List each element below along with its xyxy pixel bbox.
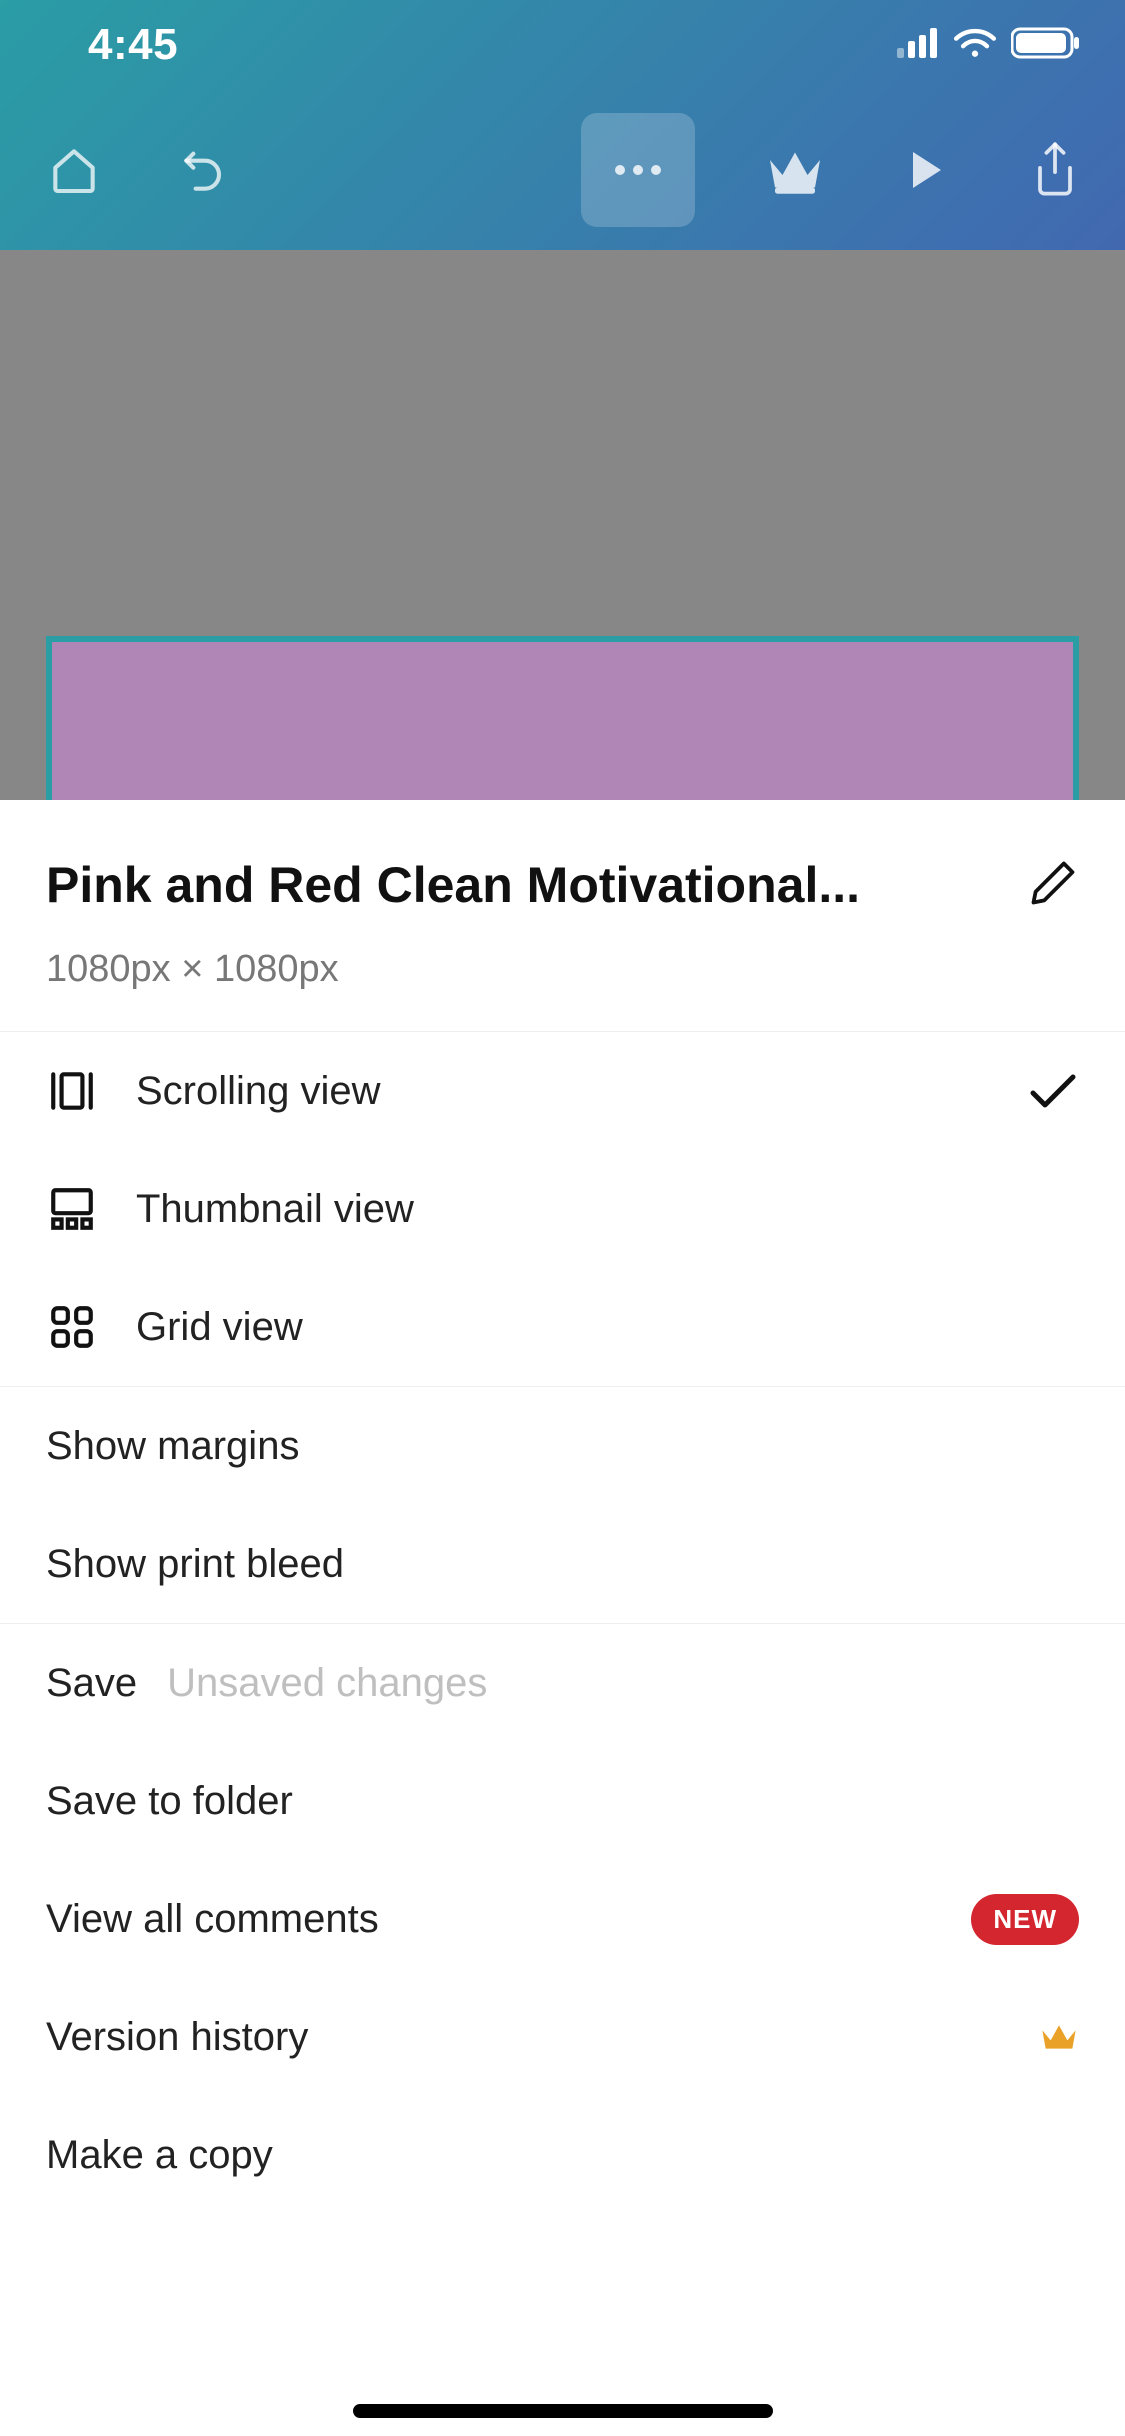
make-copy-label: Make a copy bbox=[46, 2133, 273, 2178]
design-dimensions: 1080px × 1080px bbox=[46, 948, 1079, 991]
home-indicator bbox=[353, 2404, 773, 2418]
scrolling-view-icon bbox=[46, 1065, 98, 1117]
actions-section: Save Unsaved changes Save to folder View… bbox=[0, 1624, 1125, 2214]
design-title: Pink and Red Clean Motivational... bbox=[46, 856, 1003, 914]
more-button[interactable] bbox=[581, 113, 695, 227]
thumbnail-view-label: Thumbnail view bbox=[136, 1187, 414, 1232]
scrolling-view-label: Scrolling view bbox=[136, 1069, 381, 1114]
version-history-row[interactable]: Version history bbox=[0, 1978, 1125, 2096]
cellular-icon bbox=[897, 28, 939, 63]
save-to-folder-label: Save to folder bbox=[46, 1779, 293, 1824]
display-options-section: Show margins Show print bleed bbox=[0, 1387, 1125, 1624]
grid-view-row[interactable]: Grid view bbox=[0, 1268, 1125, 1386]
thumbnail-view-icon bbox=[46, 1183, 98, 1235]
show-margins-row[interactable]: Show margins bbox=[0, 1387, 1125, 1505]
save-to-folder-row[interactable]: Save to folder bbox=[0, 1742, 1125, 1860]
view-comments-row[interactable]: View all comments NEW bbox=[0, 1860, 1125, 1978]
share-icon[interactable] bbox=[1025, 140, 1085, 200]
thumbnail-view-row[interactable]: Thumbnail view bbox=[0, 1150, 1125, 1268]
play-icon[interactable] bbox=[895, 140, 955, 200]
status-bar: 4:45 bbox=[0, 0, 1125, 90]
save-status: Unsaved changes bbox=[167, 1661, 487, 1706]
save-row[interactable]: Save Unsaved changes bbox=[0, 1624, 1125, 1742]
save-label: Save bbox=[46, 1661, 137, 1706]
check-icon bbox=[1027, 1071, 1079, 1111]
show-print-bleed-row[interactable]: Show print bleed bbox=[0, 1505, 1125, 1623]
undo-icon[interactable] bbox=[168, 140, 228, 200]
grid-view-icon bbox=[46, 1301, 98, 1353]
crown-icon[interactable] bbox=[765, 140, 825, 200]
crown-icon bbox=[1039, 2020, 1079, 2054]
battery-icon bbox=[1011, 27, 1081, 64]
more-icon bbox=[610, 163, 666, 177]
edit-title-icon[interactable] bbox=[1027, 857, 1079, 914]
home-icon[interactable] bbox=[44, 140, 104, 200]
wifi-icon bbox=[953, 27, 997, 64]
editor-toolbar bbox=[0, 90, 1125, 250]
options-sheet: Pink and Red Clean Motivational... 1080p… bbox=[0, 800, 1125, 2436]
status-time: 4:45 bbox=[88, 20, 178, 70]
show-print-bleed-label: Show print bleed bbox=[46, 1542, 344, 1587]
grid-view-label: Grid view bbox=[136, 1305, 303, 1350]
view-mode-section: Scrolling view Thumbnail view Grid view bbox=[0, 1032, 1125, 1387]
new-badge: NEW bbox=[971, 1894, 1079, 1945]
canvas-background bbox=[0, 250, 1125, 810]
make-copy-row[interactable]: Make a copy bbox=[0, 2096, 1125, 2214]
scrolling-view-row[interactable]: Scrolling view bbox=[0, 1032, 1125, 1150]
version-history-label: Version history bbox=[46, 2015, 308, 2060]
view-comments-label: View all comments bbox=[46, 1897, 379, 1942]
show-margins-label: Show margins bbox=[46, 1424, 299, 1469]
